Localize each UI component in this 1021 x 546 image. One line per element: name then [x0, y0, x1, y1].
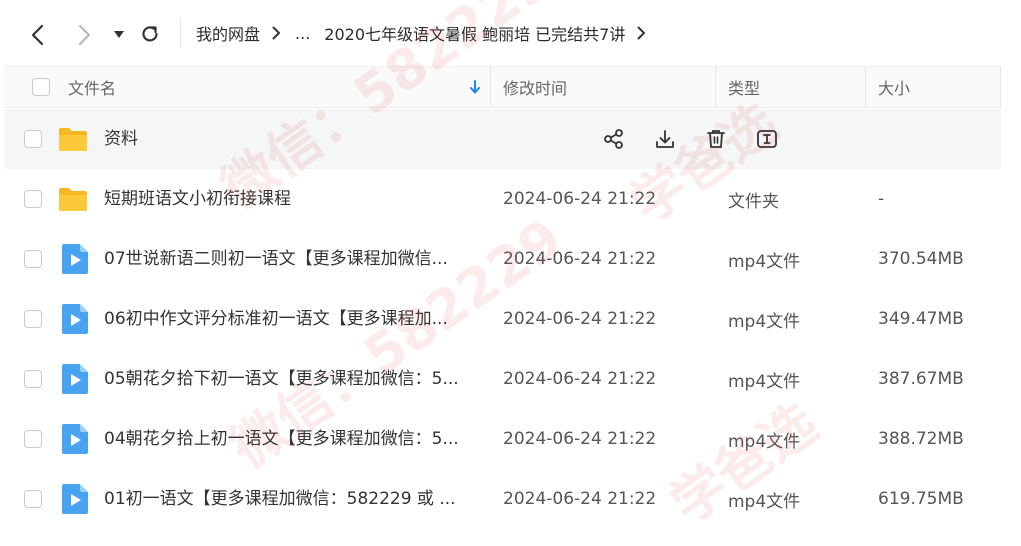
breadcrumb-ellipsis[interactable]: ...: [295, 24, 310, 43]
table-row[interactable]: 01初一语文【更多课程加微信：582229 或 ... 2024-06-24 2…: [4, 469, 1001, 529]
file-name[interactable]: 短期班语文小初衔接课程: [104, 169, 474, 229]
modified-time: 2024-06-24 21:22: [503, 189, 657, 209]
file-name[interactable]: 05朝花夕拾下初一语文【更多课程加微信：5...: [104, 349, 474, 409]
folder-icon: [59, 188, 87, 211]
chevron-right-icon: [637, 26, 646, 40]
video-file-icon: [62, 484, 88, 514]
file-type: mp4文件: [728, 251, 801, 272]
row-checkbox[interactable]: [24, 370, 42, 388]
column-divider[interactable]: [1000, 67, 1001, 107]
chevron-right-icon: [272, 26, 281, 40]
column-header-name[interactable]: 文件名: [68, 67, 116, 107]
caret-down-icon: [114, 31, 124, 38]
folder-icon: [59, 128, 87, 151]
modified-time: 2024-06-24 21:22: [503, 249, 657, 269]
delete-icon: [707, 130, 725, 148]
video-file-icon: [62, 364, 88, 394]
select-all-checkbox[interactable]: [32, 78, 50, 96]
column-divider[interactable]: [865, 67, 866, 107]
video-file-icon: [62, 304, 88, 334]
rename-icon: [757, 130, 777, 148]
file-type: mp4文件: [728, 371, 801, 392]
share-icon: [604, 129, 623, 149]
breadcrumb-root[interactable]: 我的网盘: [196, 21, 260, 45]
column-header-type[interactable]: 类型: [728, 67, 760, 107]
file-name[interactable]: 01初一语文【更多课程加微信：582229 或 ...: [104, 469, 474, 529]
video-file-icon: [62, 244, 88, 274]
row-checkbox[interactable]: [24, 310, 42, 328]
download-button[interactable]: [653, 127, 677, 151]
file-size: -: [878, 189, 885, 209]
file-size: 388.72MB: [878, 429, 964, 449]
table-row[interactable]: 06初中作文评分标准初一语文【更多课程加... 2024-06-24 21:22…: [4, 289, 1001, 349]
back-button[interactable]: [24, 22, 50, 48]
modified-time: 2024-06-24 21:22: [503, 309, 657, 329]
file-name[interactable]: 07世说新语二则初一语文【更多课程加微信...: [104, 229, 474, 289]
file-name[interactable]: 04朝花夕拾上初一语文【更多课程加微信：5...: [104, 409, 474, 469]
table-row[interactable]: 07世说新语二则初一语文【更多课程加微信... 2024-06-24 21:22…: [4, 229, 1001, 289]
row-checkbox[interactable]: [24, 430, 42, 448]
file-size: 387.67MB: [878, 369, 964, 389]
forward-button[interactable]: [72, 22, 98, 48]
file-name[interactable]: 06初中作文评分标准初一语文【更多课程加...: [104, 289, 474, 349]
breadcrumb-current[interactable]: 2020七年级语文暑假 鲍丽培 已完结共7讲: [324, 21, 625, 45]
share-button[interactable]: [602, 127, 626, 151]
video-file-icon: [62, 424, 88, 454]
breadcrumb: 我的网盘 ... 2020七年级语文暑假 鲍丽培 已完结共7讲: [196, 20, 660, 46]
table-row[interactable]: 04朝花夕拾上初一语文【更多课程加微信：5... 2024-06-24 21:2…: [4, 409, 1001, 469]
modified-time: 2024-06-24 21:22: [503, 489, 657, 509]
row-checkbox[interactable]: [24, 490, 42, 508]
row-checkbox[interactable]: [24, 250, 42, 268]
row-checkbox[interactable]: [24, 130, 42, 148]
top-navigation-bar: 我的网盘 ... 2020七年级语文暑假 鲍丽培 已完结共7讲: [0, 0, 1021, 66]
refresh-icon: [142, 26, 158, 42]
file-name[interactable]: 资料: [104, 109, 474, 169]
table-row[interactable]: 资料: [4, 109, 1001, 169]
sort-arrow-icon[interactable]: [470, 67, 480, 107]
file-type: mp4文件: [728, 311, 801, 332]
table-row[interactable]: 05朝花夕拾下初一语文【更多课程加微信：5... 2024-06-24 21:2…: [4, 349, 1001, 409]
modified-time: 2024-06-24 21:22: [503, 429, 657, 449]
table-header: 文件名 修改时间 类型 大小: [4, 66, 1001, 108]
file-size: 349.47MB: [878, 309, 964, 329]
column-header-modified[interactable]: 修改时间: [503, 67, 567, 107]
toolbar-divider: [180, 18, 181, 48]
file-type: mp4文件: [728, 491, 801, 512]
delete-button[interactable]: [704, 127, 728, 151]
file-size: 619.75MB: [878, 489, 964, 509]
history-dropdown-button[interactable]: [110, 26, 128, 44]
column-divider[interactable]: [490, 67, 491, 107]
chevron-right-icon: [78, 24, 91, 46]
column-divider[interactable]: [715, 67, 716, 107]
refresh-button[interactable]: [138, 22, 162, 46]
column-header-size[interactable]: 大小: [878, 67, 910, 107]
table-row[interactable]: 短期班语文小初衔接课程 2024-06-24 21:22 文件夹 -: [4, 169, 1001, 229]
file-type: 文件夹: [728, 191, 779, 212]
rename-button[interactable]: [755, 127, 779, 151]
row-checkbox[interactable]: [24, 190, 42, 208]
modified-time: 2024-06-24 21:22: [503, 369, 657, 389]
download-icon: [656, 130, 674, 148]
chevron-left-icon: [31, 24, 44, 46]
file-type: mp4文件: [728, 431, 801, 452]
file-size: 370.54MB: [878, 249, 964, 269]
